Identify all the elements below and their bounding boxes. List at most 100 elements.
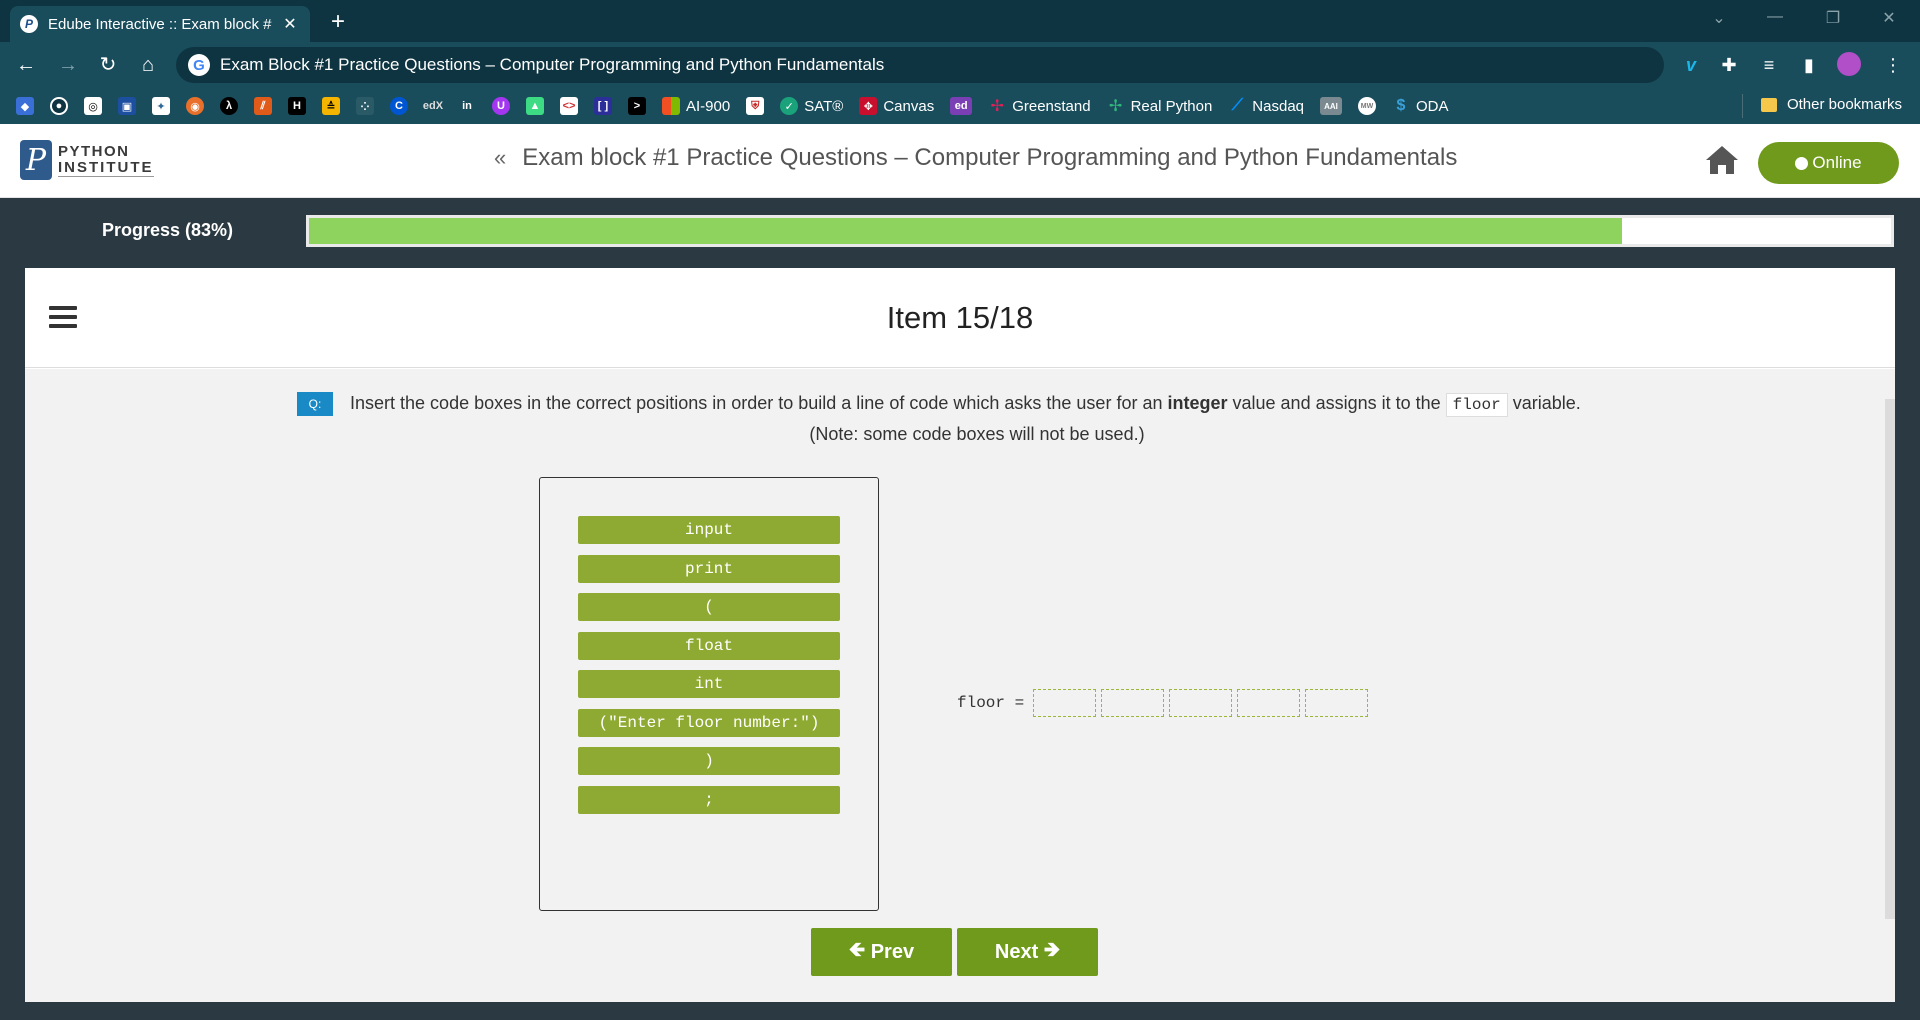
bookmark-terminal-icon[interactable]: > xyxy=(628,97,646,115)
browser-tab[interactable]: P Edube Interactive :: Exam block # ✕ xyxy=(10,6,310,42)
code-box-pool[interactable]: input print ( float int ("Enter floor number:… xyxy=(539,477,879,911)
python-institute-logo[interactable]: P PYTHON INSTITUTE xyxy=(20,140,154,180)
bookmark-github-icon[interactable]: ● xyxy=(50,97,68,115)
site-header: P PYTHON INSTITUTE « Exam block #1 Pract… xyxy=(0,124,1920,198)
oda-icon: $ xyxy=(1392,97,1410,115)
bookmark-layers-icon[interactable]: ≙ xyxy=(322,97,340,115)
bookmarks-bar: ◆ ● ◎ ▣ ✦ ◉ λ ⫽ H ≙ ⁘ C edX in U ▲ <> [ … xyxy=(0,88,1920,124)
back-to-course-icon[interactable]: « xyxy=(494,145,506,171)
logo-line1: PYTHON xyxy=(58,142,130,160)
vimeo-extension-icon[interactable]: v xyxy=(1678,52,1704,78)
bookmark-coursera-icon[interactable]: C xyxy=(390,97,408,115)
drop-slot[interactable] xyxy=(1101,689,1165,717)
question-text: Q: Insert the code boxes in the correct … xyxy=(297,389,1657,449)
back-arrow-icon[interactable]: ← xyxy=(12,52,40,78)
bookmark-stripes-icon[interactable]: ⫽ xyxy=(254,97,272,115)
bookmark-hackerrank-icon[interactable]: H xyxy=(288,97,306,115)
progress-fill xyxy=(309,218,1623,244)
page-title: « Exam block #1 Practice Questions – Com… xyxy=(494,144,1457,172)
windows-icon xyxy=(662,97,680,115)
bookmark-blue-square-icon[interactable]: ▣ xyxy=(118,97,136,115)
bookmark-udemy-icon[interactable]: U xyxy=(492,97,510,115)
drop-slot[interactable] xyxy=(1237,689,1301,717)
answer-lhs: floor = xyxy=(957,694,1025,712)
page-title-text: Exam block #1 Practice Questions – Compu… xyxy=(522,144,1458,171)
bookmark-greenstand[interactable]: ✢ Greenstand xyxy=(988,97,1091,115)
drop-slot[interactable] xyxy=(1169,689,1233,717)
minimize-icon[interactable]: — xyxy=(1760,8,1790,26)
code-box[interactable]: ("Enter floor number:") xyxy=(578,708,840,737)
answer-row: floor = xyxy=(957,689,1369,717)
bookmark-real-python[interactable]: ✢ Real Python xyxy=(1106,97,1212,115)
browser-tabbar: P Edube Interactive :: Exam block # ✕ + … xyxy=(0,0,1920,42)
code-box[interactable]: print xyxy=(578,554,840,583)
home-icon[interactable]: ⌂ xyxy=(134,52,162,78)
side-panel-icon[interactable]: ▮ xyxy=(1796,52,1822,78)
bookmark-oda[interactable]: $ ODA xyxy=(1392,97,1449,115)
drop-slot[interactable] xyxy=(1033,689,1097,717)
bookmark-linkedin-icon[interactable]: in xyxy=(458,97,476,115)
drop-slot[interactable] xyxy=(1305,689,1369,717)
tab-search-icon[interactable]: ⌄ xyxy=(1704,8,1734,28)
slack-icon: ✢ xyxy=(1106,97,1125,115)
bookmark-dots-icon[interactable]: ⁘ xyxy=(356,97,374,115)
online-status-button[interactable]: Online xyxy=(1758,142,1899,184)
bookmark-aai[interactable]: AAI xyxy=(1320,97,1342,115)
code-box[interactable]: ) xyxy=(578,747,840,775)
browser-menu-icon[interactable]: ⋮ xyxy=(1880,52,1906,78)
bookmark-code-icon[interactable]: <> xyxy=(560,97,578,115)
online-dot-icon xyxy=(1795,156,1809,170)
bookmark-edx-icon[interactable]: edX xyxy=(423,97,443,115)
bookmark-canvas[interactable]: ✥ Canvas xyxy=(859,97,934,115)
new-tab-button[interactable]: + xyxy=(325,8,351,36)
forward-arrow-icon[interactable]: → xyxy=(54,52,82,78)
mw-icon: MW xyxy=(1358,97,1376,115)
next-button[interactable]: Next 🡺 xyxy=(957,928,1098,976)
address-bar[interactable]: G Exam Block #1 Practice Questions – Com… xyxy=(176,47,1664,83)
restore-icon[interactable]: ❐ xyxy=(1818,8,1848,28)
question-bold-word: integer xyxy=(1167,393,1228,413)
folder-icon xyxy=(1760,97,1777,112)
reload-icon[interactable]: ↻ xyxy=(94,52,122,78)
bookmark-lambda-icon[interactable]: λ xyxy=(220,97,238,115)
prev-button[interactable]: 🡸 Prev xyxy=(811,928,952,976)
bookmark-ai-900[interactable]: AI-900 xyxy=(662,97,730,115)
code-box[interactable]: ; xyxy=(578,785,840,814)
extensions-puzzle-icon[interactable]: ✚ xyxy=(1716,52,1742,78)
question-text-before: Insert the code boxes in the correct pos… xyxy=(350,393,1163,413)
logo-line2: INSTITUTE xyxy=(58,158,154,177)
bookmark-stack-icon[interactable]: ◆ xyxy=(16,97,34,115)
close-window-icon[interactable]: ✕ xyxy=(1874,8,1904,28)
bookmark-android-icon[interactable]: ▲ xyxy=(526,97,544,115)
bookmark-nasdaq[interactable]: ⟋ Nasdaq xyxy=(1228,97,1304,115)
question-area: Q: Insert the code boxes in the correct … xyxy=(25,369,1895,1002)
profile-avatar[interactable] xyxy=(1836,52,1862,78)
question-note: (Note: some code boxes will not be used.… xyxy=(809,424,1145,444)
bookmark-mw[interactable]: MW xyxy=(1358,97,1376,115)
bookmark-python-icon[interactable]: ✦ xyxy=(152,97,170,115)
code-box[interactable]: float xyxy=(578,631,840,660)
code-box[interactable]: ( xyxy=(578,593,840,621)
code-box[interactable]: int xyxy=(578,670,840,698)
home-icon[interactable] xyxy=(1704,144,1740,176)
progress-label: Progress (83%) xyxy=(102,220,234,240)
item-title: Item 15/18 xyxy=(886,300,1034,335)
bookmark-target-icon[interactable]: ◎ xyxy=(84,97,102,115)
bookmark-sat[interactable]: ✓ SAT® xyxy=(780,97,843,115)
nasdaq-icon: ⟋ xyxy=(1228,97,1247,115)
bookmark-swirl-icon[interactable]: ◉ xyxy=(186,97,204,115)
bookmark-brackets-icon[interactable]: [ ] xyxy=(594,97,612,115)
bookmarks-separator xyxy=(1742,94,1743,118)
python-institute-logo-icon: P xyxy=(20,140,52,180)
question-text-middle: value and assigns it to the xyxy=(1232,393,1441,413)
other-bookmarks[interactable]: Other bookmarks xyxy=(1760,96,1902,113)
url-text: Exam Block #1 Practice Questions – Compu… xyxy=(220,55,885,74)
media-control-icon[interactable]: ≡ xyxy=(1756,52,1782,78)
scrollbar[interactable] xyxy=(1885,399,1895,919)
tab-close-icon[interactable]: ✕ xyxy=(280,14,300,34)
bookmark-ed[interactable]: ed xyxy=(950,97,973,115)
progress-section: Progress (83%) xyxy=(0,198,1920,268)
bookmark-shield-icon[interactable]: ⛨ xyxy=(746,97,765,115)
code-box[interactable]: input xyxy=(578,516,840,544)
exam-card: Item 15/18 Q: Insert the code boxes in t… xyxy=(25,268,1895,1002)
